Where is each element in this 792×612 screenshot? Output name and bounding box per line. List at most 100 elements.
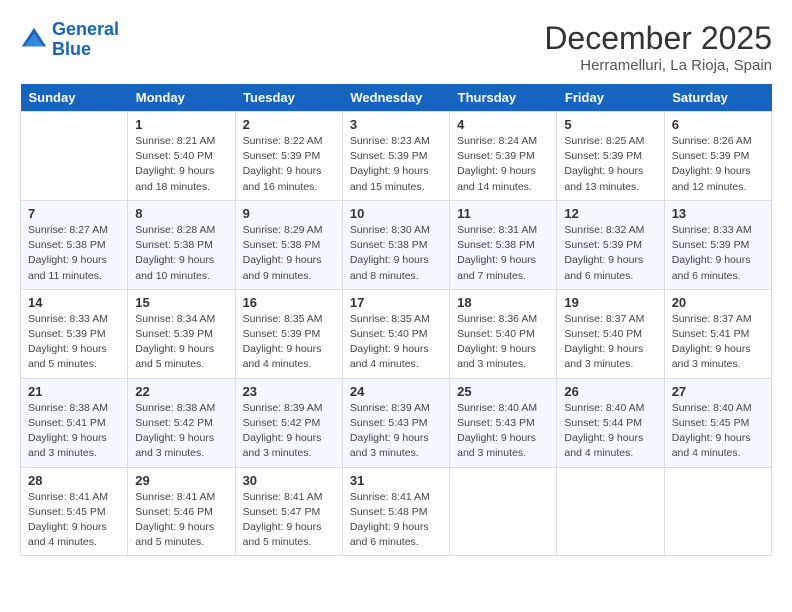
cell-info: Sunrise: 8:21 AM Sunset: 5:40 PM Dayligh… [135, 134, 227, 195]
cell-info: Sunrise: 8:33 AM Sunset: 5:39 PM Dayligh… [672, 223, 764, 284]
day-number: 23 [243, 384, 335, 399]
cell-info: Sunrise: 8:22 AM Sunset: 5:39 PM Dayligh… [243, 134, 335, 195]
calendar-cell: 17Sunrise: 8:35 AM Sunset: 5:40 PM Dayli… [342, 289, 449, 378]
calendar-cell: 12 Sunrise: 8:32 AM Sunset: 5:39 PM Dayli… [557, 200, 664, 289]
cell-info: Sunrise: 8:41 AM Sunset: 5:46 PM Dayligh… [135, 490, 227, 551]
cell-info: Sunrise: 8:40 AM Sunset: 5:44 PM Dayligh… [564, 401, 656, 462]
logo-icon [20, 26, 48, 54]
calendar-cell: 16 Sunrise: 8:35 AM Sunset: 5:39 PM Dayli… [235, 289, 342, 378]
day-header-tuesday: Tuesday [235, 84, 342, 112]
day-number: 26 [564, 384, 656, 399]
cell-info: Sunrise: 8:23 AM Sunset: 5:39 PM Dayligh… [350, 134, 442, 195]
cell-info: Sunrise: 8:35 AM Sunset: 5:39 PM Dayligh… [243, 312, 335, 373]
calendar-cell: 14Sunrise: 8:33 AM Sunset: 5:39 PM Dayli… [21, 289, 128, 378]
logo-line2: Blue [52, 39, 91, 59]
title-section: December 2025 Herramelluri, La Rioja, Sp… [544, 20, 772, 74]
calendar-cell: 8 Sunrise: 8:28 AM Sunset: 5:38 PM Daylig… [128, 200, 235, 289]
day-number: 24 [350, 384, 442, 399]
calendar-cell [21, 112, 128, 201]
cell-info: Sunrise: 8:40 AM Sunset: 5:43 PM Dayligh… [457, 401, 549, 462]
page-header: General Blue December 2025 Herramelluri,… [20, 20, 772, 74]
calendar-cell: 23 Sunrise: 8:39 AM Sunset: 5:42 PM Dayli… [235, 378, 342, 467]
cell-info: Sunrise: 8:26 AM Sunset: 5:39 PM Dayligh… [672, 134, 764, 195]
calendar-cell: 18Sunrise: 8:36 AM Sunset: 5:40 PM Dayli… [450, 289, 557, 378]
header-row: SundayMondayTuesdayWednesdayThursdayFrid… [21, 84, 772, 112]
calendar-cell: 30Sunrise: 8:41 AM Sunset: 5:47 PM Dayli… [235, 467, 342, 556]
calendar-cell [664, 467, 771, 556]
day-number: 15 [135, 295, 227, 310]
calendar-cell: 13Sunrise: 8:33 AM Sunset: 5:39 PM Dayli… [664, 200, 771, 289]
day-number: 27 [672, 384, 764, 399]
cell-info: Sunrise: 8:32 AM Sunset: 5:39 PM Dayligh… [564, 223, 656, 284]
day-number: 5 [564, 117, 656, 132]
calendar-cell: 9Sunrise: 8:29 AM Sunset: 5:38 PM Daylig… [235, 200, 342, 289]
calendar-cell: 5 Sunrise: 8:25 AM Sunset: 5:39 PM Daylig… [557, 112, 664, 201]
cell-info: Sunrise: 8:28 AM Sunset: 5:38 PM Dayligh… [135, 223, 227, 284]
day-number: 19 [564, 295, 656, 310]
cell-info: Sunrise: 8:29 AM Sunset: 5:38 PM Dayligh… [243, 223, 335, 284]
week-row-5: 28 Sunrise: 8:41 AM Sunset: 5:45 PM Dayli… [21, 467, 772, 556]
calendar-cell: 25 Sunrise: 8:40 AM Sunset: 5:43 PM Dayli… [450, 378, 557, 467]
cell-info: Sunrise: 8:39 AM Sunset: 5:43 PM Dayligh… [350, 401, 442, 462]
day-number: 20 [672, 295, 764, 310]
week-row-1: 1 Sunrise: 8:21 AM Sunset: 5:40 PM Daylig… [21, 112, 772, 201]
logo-text: General Blue [52, 20, 119, 60]
cell-info: Sunrise: 8:25 AM Sunset: 5:39 PM Dayligh… [564, 134, 656, 195]
month-title: December 2025 [544, 20, 772, 57]
day-header-monday: Monday [128, 84, 235, 112]
calendar-cell: 11 Sunrise: 8:31 AM Sunset: 5:38 PM Dayli… [450, 200, 557, 289]
week-row-2: 7 Sunrise: 8:27 AM Sunset: 5:38 PM Daylig… [21, 200, 772, 289]
day-number: 11 [457, 206, 549, 221]
calendar-cell [450, 467, 557, 556]
cell-info: Sunrise: 8:30 AM Sunset: 5:38 PM Dayligh… [350, 223, 442, 284]
calendar-cell: 27 Sunrise: 8:40 AM Sunset: 5:45 PM Dayli… [664, 378, 771, 467]
day-number: 29 [135, 473, 227, 488]
day-number: 18 [457, 295, 549, 310]
calendar-table: SundayMondayTuesdayWednesdayThursdayFrid… [20, 84, 772, 556]
day-number: 7 [28, 206, 120, 221]
location: Herramelluri, La Rioja, Spain [544, 57, 772, 74]
day-number: 8 [135, 206, 227, 221]
day-header-friday: Friday [557, 84, 664, 112]
cell-info: Sunrise: 8:37 AM Sunset: 5:41 PM Dayligh… [672, 312, 764, 373]
cell-info: Sunrise: 8:27 AM Sunset: 5:38 PM Dayligh… [28, 223, 120, 284]
day-number: 14 [28, 295, 120, 310]
cell-info: Sunrise: 8:41 AM Sunset: 5:48 PM Dayligh… [350, 490, 442, 551]
cell-info: Sunrise: 8:41 AM Sunset: 5:45 PM Dayligh… [28, 490, 120, 551]
day-number: 3 [350, 117, 442, 132]
cell-info: Sunrise: 8:31 AM Sunset: 5:38 PM Dayligh… [457, 223, 549, 284]
day-number: 6 [672, 117, 764, 132]
cell-info: Sunrise: 8:37 AM Sunset: 5:40 PM Dayligh… [564, 312, 656, 373]
calendar-cell: 29 Sunrise: 8:41 AM Sunset: 5:46 PM Dayli… [128, 467, 235, 556]
day-number: 10 [350, 206, 442, 221]
calendar-cell: 31 Sunrise: 8:41 AM Sunset: 5:48 PM Dayli… [342, 467, 449, 556]
day-number: 28 [28, 473, 120, 488]
calendar-cell: 7 Sunrise: 8:27 AM Sunset: 5:38 PM Daylig… [21, 200, 128, 289]
day-header-sunday: Sunday [21, 84, 128, 112]
day-header-wednesday: Wednesday [342, 84, 449, 112]
logo-line1: General [52, 19, 119, 39]
cell-info: Sunrise: 8:40 AM Sunset: 5:45 PM Dayligh… [672, 401, 764, 462]
day-number: 12 [564, 206, 656, 221]
day-number: 4 [457, 117, 549, 132]
day-number: 30 [243, 473, 335, 488]
day-number: 22 [135, 384, 227, 399]
cell-info: Sunrise: 8:38 AM Sunset: 5:41 PM Dayligh… [28, 401, 120, 462]
cell-info: Sunrise: 8:35 AM Sunset: 5:40 PM Dayligh… [350, 312, 442, 373]
day-number: 31 [350, 473, 442, 488]
cell-info: Sunrise: 8:39 AM Sunset: 5:42 PM Dayligh… [243, 401, 335, 462]
calendar-cell: 3 Sunrise: 8:23 AM Sunset: 5:39 PM Daylig… [342, 112, 449, 201]
calendar-cell: 2 Sunrise: 8:22 AM Sunset: 5:39 PM Daylig… [235, 112, 342, 201]
calendar-cell: 10 Sunrise: 8:30 AM Sunset: 5:38 PM Dayli… [342, 200, 449, 289]
day-number: 1 [135, 117, 227, 132]
day-number: 2 [243, 117, 335, 132]
logo: General Blue [20, 20, 119, 60]
day-number: 21 [28, 384, 120, 399]
calendar-cell: 20 Sunrise: 8:37 AM Sunset: 5:41 PM Dayli… [664, 289, 771, 378]
cell-info: Sunrise: 8:38 AM Sunset: 5:42 PM Dayligh… [135, 401, 227, 462]
calendar-cell: 24 Sunrise: 8:39 AM Sunset: 5:43 PM Dayli… [342, 378, 449, 467]
day-number: 16 [243, 295, 335, 310]
day-number: 25 [457, 384, 549, 399]
week-row-3: 14Sunrise: 8:33 AM Sunset: 5:39 PM Dayli… [21, 289, 772, 378]
calendar-cell: 1 Sunrise: 8:21 AM Sunset: 5:40 PM Daylig… [128, 112, 235, 201]
